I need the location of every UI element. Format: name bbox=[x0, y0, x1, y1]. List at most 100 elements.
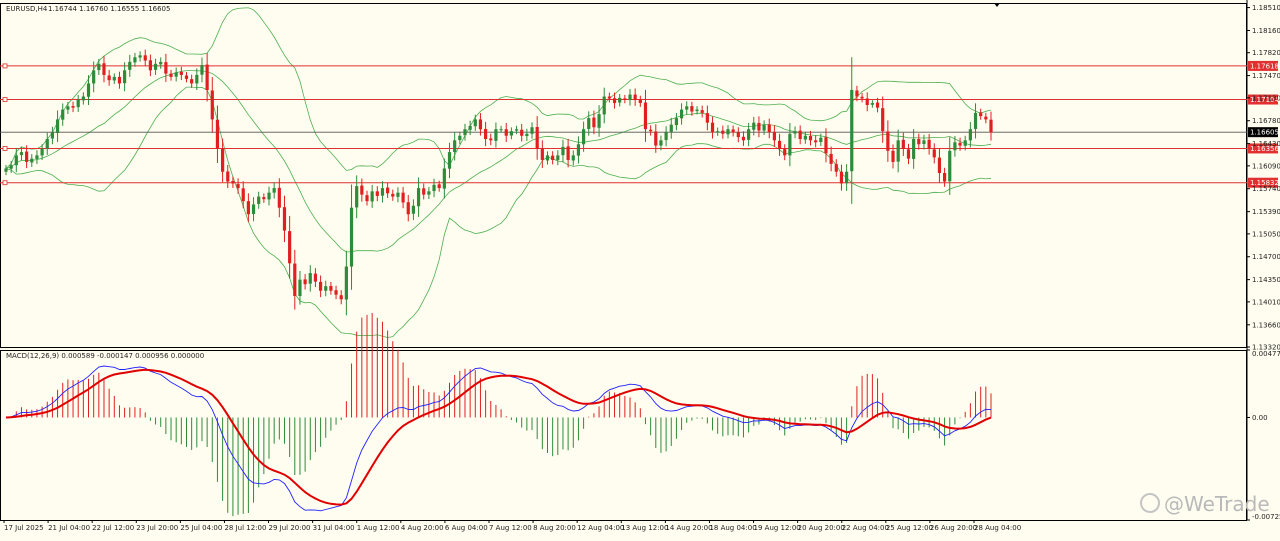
candle-body bbox=[427, 191, 431, 195]
candle-body bbox=[117, 76, 122, 84]
candle-body bbox=[855, 90, 859, 97]
candle-body bbox=[710, 122, 715, 133]
candle-body bbox=[55, 119, 60, 134]
candle-body bbox=[747, 129, 751, 140]
candle-body bbox=[9, 165, 13, 169]
macd-tick-label: 0.004774 bbox=[1252, 350, 1280, 358]
chart-canvas[interactable]: 1.176181.171041.163561.158321.166051.185… bbox=[0, 0, 1280, 537]
candle-body bbox=[453, 140, 457, 153]
level-handle-icon bbox=[2, 97, 8, 102]
candle-body bbox=[386, 187, 390, 194]
candle-body bbox=[14, 155, 18, 166]
time-tick-label: 6 Aug 04:00 bbox=[445, 524, 488, 532]
candle-body bbox=[633, 94, 637, 100]
candle-body bbox=[514, 129, 519, 131]
candle-body bbox=[834, 164, 838, 172]
candle-body bbox=[917, 139, 921, 145]
bollinger-bands bbox=[5, 7, 992, 338]
candle-body bbox=[623, 98, 627, 100]
candle-body bbox=[922, 140, 926, 145]
price-level-label: 1.17618 bbox=[1250, 62, 1279, 70]
level-handle-icon bbox=[2, 146, 8, 151]
candle-body bbox=[525, 133, 529, 137]
candle-body bbox=[484, 128, 488, 140]
candle-body bbox=[375, 191, 379, 196]
candle-body bbox=[447, 152, 452, 169]
candle-body bbox=[236, 184, 240, 189]
candle-body bbox=[808, 136, 813, 141]
candle-body bbox=[422, 188, 426, 195]
candle-body bbox=[932, 149, 936, 158]
candle-body bbox=[788, 133, 792, 156]
price-tick-label: 1.17820 bbox=[1252, 49, 1280, 57]
candle-body bbox=[339, 295, 343, 300]
chart-shift-marker-icon[interactable] bbox=[994, 3, 1000, 7]
candle-body bbox=[200, 65, 204, 75]
time-tick-label: 12 Aug 04:00 bbox=[577, 524, 624, 532]
candle-body bbox=[669, 124, 673, 132]
candle-body bbox=[463, 129, 467, 136]
candle-body bbox=[138, 55, 142, 58]
bollinger-lower-band bbox=[5, 86, 992, 338]
candle-body bbox=[499, 129, 503, 131]
candle-body bbox=[391, 193, 395, 197]
candle-body bbox=[736, 132, 740, 138]
candle-body bbox=[267, 192, 271, 200]
symbol-label: EURUSD,H4 bbox=[6, 5, 48, 13]
candle-body bbox=[76, 99, 80, 108]
candle-body bbox=[912, 139, 916, 159]
candle-body bbox=[540, 148, 544, 160]
candle-body bbox=[401, 192, 405, 203]
price-axis: 1.176181.171041.163561.158321.166051.185… bbox=[1247, 4, 1280, 521]
candle-body bbox=[530, 127, 534, 134]
time-tick-label: 19 Aug 12:00 bbox=[754, 524, 801, 532]
candle-body bbox=[97, 63, 101, 71]
candle-body bbox=[416, 188, 421, 207]
time-tick-label: 17 Jul 2025 bbox=[4, 524, 44, 532]
candle-body bbox=[220, 148, 225, 172]
time-tick-label: 14 Aug 20:00 bbox=[665, 524, 712, 532]
level-handle-icon bbox=[2, 180, 8, 186]
candle-body bbox=[308, 273, 312, 284]
candle-body bbox=[4, 168, 8, 172]
macd-tick-label: 0.00 bbox=[1252, 414, 1268, 422]
time-tick-label: 28 Jul 12:00 bbox=[224, 524, 266, 532]
candle-body bbox=[654, 131, 658, 146]
candle-body bbox=[968, 129, 972, 141]
candle-body bbox=[478, 119, 483, 130]
candle-body bbox=[979, 112, 983, 117]
candle-body bbox=[509, 131, 513, 136]
candle-body bbox=[819, 137, 823, 143]
candle-body bbox=[313, 273, 318, 282]
price-tick-label: 1.15050 bbox=[1252, 230, 1280, 238]
candle-body bbox=[169, 73, 173, 77]
candle-body bbox=[277, 187, 281, 208]
time-tick-label: 26 Aug 20:00 bbox=[930, 524, 977, 532]
price-tick-label: 1.14010 bbox=[1252, 298, 1280, 306]
candle-body bbox=[215, 119, 220, 149]
macd-indicator bbox=[5, 312, 992, 517]
time-tick-label: 28 Aug 04:00 bbox=[974, 524, 1021, 532]
candle-body bbox=[92, 70, 96, 84]
candle-body bbox=[303, 279, 307, 285]
time-tick-label: 8 Aug 20:00 bbox=[533, 524, 576, 532]
candle-body bbox=[360, 185, 364, 195]
candle-body bbox=[159, 61, 163, 65]
candle-body bbox=[458, 135, 462, 141]
candle-body bbox=[205, 64, 209, 90]
candle-body bbox=[489, 138, 493, 141]
candle-body bbox=[798, 130, 802, 140]
candle-body bbox=[958, 142, 962, 146]
candle-body bbox=[241, 188, 245, 202]
candle-body bbox=[293, 263, 297, 296]
candle-body bbox=[674, 118, 679, 126]
candle-body bbox=[618, 97, 622, 103]
candle-body bbox=[411, 205, 416, 214]
candle-body bbox=[184, 75, 189, 79]
time-axis: 17 Jul 2025 21 Jul 04:00 22 Jul 12:00 23 Ju… bbox=[3, 520, 1021, 532]
candle-body bbox=[587, 118, 591, 129]
candle-body bbox=[839, 171, 844, 184]
candle-body bbox=[231, 181, 235, 184]
candle-body bbox=[143, 55, 147, 61]
candle-body bbox=[886, 131, 890, 151]
